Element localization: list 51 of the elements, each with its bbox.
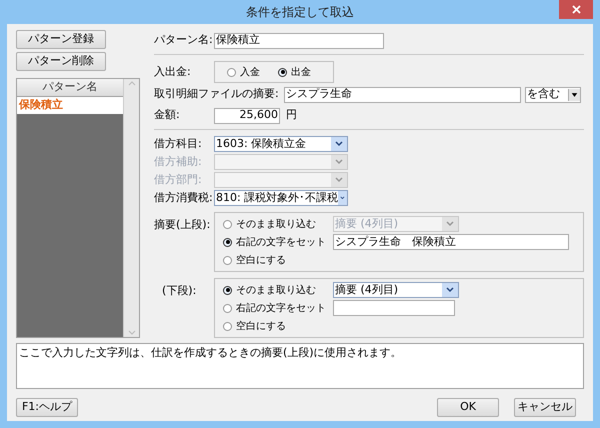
radio-option[interactable]: 入金 <box>227 64 260 80</box>
field-label: 借方補助: <box>154 154 203 170</box>
input-field[interactable]: シスプラ生命 <box>284 86 521 102</box>
radio-option[interactable]: 空白にする <box>223 318 333 334</box>
ok-button[interactable]: OK <box>437 398 499 417</box>
input-field[interactable]: 25,600 <box>214 108 280 124</box>
scroll-up-icon <box>128 81 136 86</box>
help-button[interactable]: F1:ヘルプ <box>16 398 78 417</box>
dropdown[interactable] <box>214 172 348 188</box>
field-label: 借方部門: <box>154 172 203 188</box>
field-label: パターン名: <box>154 32 214 48</box>
close-button[interactable] <box>559 0 593 19</box>
dropdown[interactable]: 摘要 (4列目) <box>333 282 459 298</box>
dropdown[interactable]: 1603: 保険積立金 <box>214 136 348 152</box>
chevron-down-icon <box>442 217 458 231</box>
input-field[interactable] <box>333 300 455 316</box>
unit-label: 円 <box>286 107 297 124</box>
chevron-down-icon <box>331 137 347 151</box>
field-label: 金額: <box>154 107 181 124</box>
radio-option[interactable]: 空白にする <box>223 252 333 268</box>
field-label: 摘要(上段): <box>154 217 212 233</box>
caret-icon <box>568 88 580 100</box>
radio-option[interactable]: 右記の文字をセット <box>223 300 333 316</box>
chevron-down-icon <box>331 173 347 187</box>
list-item[interactable]: 保険積立 <box>17 97 123 114</box>
dropdown[interactable] <box>214 154 348 170</box>
field-label: 借方科目: <box>154 136 203 152</box>
field-label: 借方消費税: <box>154 190 214 206</box>
scrollbar[interactable] <box>123 79 139 337</box>
chevron-down-icon <box>338 191 347 205</box>
field-label: 取引明細ファイルの摘要: <box>154 86 280 102</box>
column-header: パターン名 <box>17 79 123 97</box>
input-field[interactable]: シスプラ生命 保険積立 <box>333 234 569 250</box>
radio-option[interactable]: 出金 <box>278 64 311 80</box>
input-field[interactable]: 保険積立 <box>214 32 384 48</box>
dropdown[interactable]: 810: 課税対象外･不課税 <box>214 190 348 206</box>
cancel-button[interactable]: キャンセル <box>514 398 576 417</box>
chevron-down-icon <box>442 283 458 297</box>
pattern-button[interactable]: パターン削除 <box>16 52 106 71</box>
radio-option[interactable]: そのまま取り込む <box>223 216 333 232</box>
field-label: (下段): <box>161 283 198 299</box>
window-title: 条件を指定して取込 <box>246 4 354 21</box>
radio-option[interactable]: 右記の文字をセット <box>223 234 333 250</box>
field-label: 入出金: <box>154 64 192 80</box>
pattern-button[interactable]: パターン登録 <box>16 30 106 49</box>
radio-option[interactable]: そのまま取り込む <box>223 282 333 298</box>
condition-dropdown[interactable]: を含む <box>525 86 581 102</box>
chevron-down-icon <box>331 155 347 169</box>
description-box: ここで入力した文字列は、仕訳を作成するときの摘要(上段)に使用されます。 <box>16 343 584 389</box>
scroll-down-icon <box>128 330 136 335</box>
close-icon <box>572 5 580 14</box>
